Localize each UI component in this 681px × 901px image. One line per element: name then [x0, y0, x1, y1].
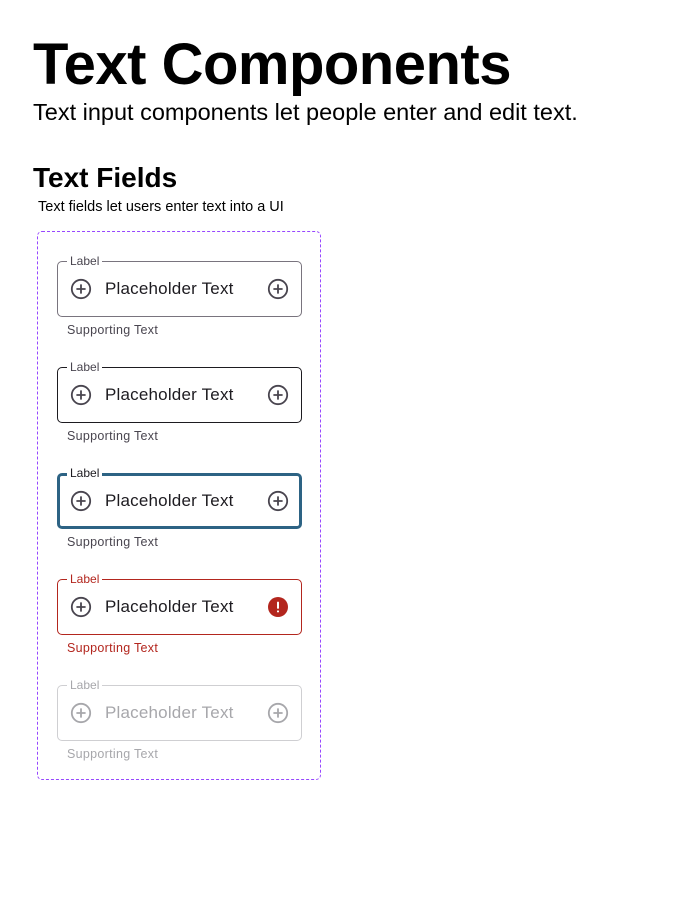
- text-field-focused: Label Placeholder Text Supporting Text: [57, 465, 302, 550]
- add-circle-icon[interactable]: [267, 490, 289, 512]
- add-circle-icon: [267, 702, 289, 724]
- text-field-label: Label: [67, 571, 103, 587]
- section-title: Text Fields: [33, 162, 178, 193]
- text-field-label: Label: [67, 465, 103, 481]
- text-field-label: Label: [67, 253, 103, 269]
- text-field-disabled: Label Placeholder Text Supporting Text: [57, 677, 302, 762]
- supporting-text: Supporting Text: [67, 641, 159, 655]
- supporting-text: Supporting Text: [67, 429, 159, 443]
- supporting-text: Supporting Text: [67, 535, 159, 549]
- text-field-container[interactable]: Label Placeholder Text: [57, 253, 302, 317]
- supporting-text: Supporting Text: [67, 323, 159, 337]
- text-field-input[interactable]: Placeholder Text: [105, 490, 234, 512]
- add-circle-icon: [70, 702, 92, 724]
- supporting-text: Supporting Text: [67, 747, 159, 761]
- text-field-label: Label: [67, 677, 103, 693]
- text-field-label: Label: [67, 359, 103, 375]
- text-field-input[interactable]: Placeholder Text: [105, 596, 234, 618]
- text-field-hovered: Label Placeholder Text Supporting Text: [57, 359, 302, 444]
- text-field-container[interactable]: Label Placeholder Text: [57, 359, 302, 423]
- text-field-error: Label Placeholder Text Supporting Text: [57, 571, 302, 656]
- text-field-container: Label Placeholder Text: [57, 677, 302, 741]
- text-field-enabled: Label Placeholder Text Supporting Text: [57, 253, 302, 338]
- page-title: Text Components: [33, 32, 512, 97]
- add-circle-icon[interactable]: [267, 384, 289, 406]
- error-icon: [267, 596, 289, 618]
- add-circle-icon[interactable]: [70, 384, 92, 406]
- text-field-container[interactable]: Label Placeholder Text: [57, 571, 302, 635]
- add-circle-icon[interactable]: [70, 278, 92, 300]
- text-field-input[interactable]: Placeholder Text: [105, 384, 234, 406]
- add-circle-icon[interactable]: [70, 596, 92, 618]
- text-field-container[interactable]: Label Placeholder Text: [57, 465, 302, 529]
- page-subtitle: Text input components let people enter a…: [33, 99, 578, 125]
- text-field-input[interactable]: Placeholder Text: [105, 278, 234, 300]
- add-circle-icon[interactable]: [267, 278, 289, 300]
- text-field-input: Placeholder Text: [105, 703, 234, 722]
- add-circle-icon[interactable]: [70, 490, 92, 512]
- section-description: Text fields let users enter text into a …: [38, 199, 284, 215]
